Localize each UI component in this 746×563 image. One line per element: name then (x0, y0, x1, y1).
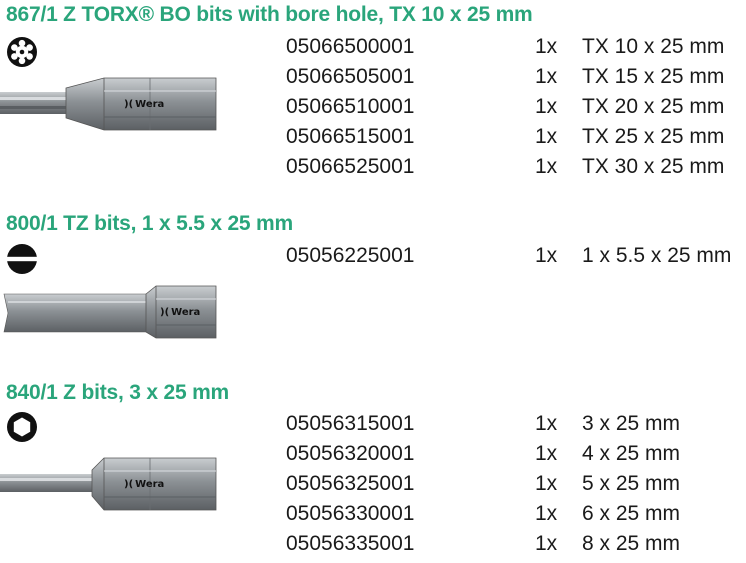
list-item: 05056320001 1x 4 x 25 mm (0, 439, 746, 469)
bit-size: TX 25 x 25 mm (582, 125, 725, 148)
section-title-torx: 867/1 Z TORX® BO bits with bore hole, TX… (6, 3, 533, 26)
bit-size: 5 x 25 mm (582, 472, 681, 495)
quantity: 1x (535, 442, 558, 465)
quantity: 1x (535, 472, 558, 495)
article-number: 05066500001 (286, 35, 415, 58)
quantity: 1x (535, 532, 558, 555)
list-item: 05066510001 1x TX 20 x 25 mm (0, 92, 746, 122)
list-item: 05066525001 1x TX 30 x 25 mm (0, 152, 746, 182)
bit-size: TX 15 x 25 mm (582, 65, 725, 88)
quantity: 1x (535, 244, 558, 267)
bit-size: TX 20 x 25 mm (582, 95, 725, 118)
bit-size: 4 x 25 mm (582, 442, 681, 465)
list-item: 05066515001 1x TX 25 x 25 mm (0, 122, 746, 152)
article-number: 05066515001 (286, 125, 415, 148)
list-item: 05066505001 1x TX 15 x 25 mm (0, 62, 746, 92)
quantity: 1x (535, 35, 558, 58)
bit-size: 1 x 5.5 x 25 mm (582, 244, 732, 267)
bit-size: TX 30 x 25 mm (582, 155, 725, 178)
bit-size: 6 x 25 mm (582, 502, 681, 525)
list-item: 05056325001 1x 5 x 25 mm (0, 469, 746, 499)
article-number: 05056315001 (286, 412, 415, 435)
quantity: 1x (535, 155, 558, 178)
article-number: 05056330001 (286, 502, 415, 525)
quantity: 1x (535, 95, 558, 118)
quantity: 1x (535, 502, 558, 525)
list-item: 05056335001 1x 8 x 25 mm (0, 529, 746, 559)
bit-size: 3 x 25 mm (582, 412, 681, 435)
bit-size: 8 x 25 mm (582, 532, 681, 555)
article-number: 05056335001 (286, 532, 415, 555)
quantity: 1x (535, 412, 558, 435)
article-number: 05066505001 (286, 65, 415, 88)
brand-logo: )(Wera (160, 307, 200, 318)
article-number: 05056225001 (286, 244, 415, 267)
section-title-slotted: 800/1 TZ bits, 1 x 5.5 x 25 mm (6, 212, 293, 235)
bit-size: TX 10 x 25 mm (582, 35, 725, 58)
quantity: 1x (535, 125, 558, 148)
article-number: 05056320001 (286, 442, 415, 465)
list-item: 05056315001 1x 3 x 25 mm (0, 409, 746, 439)
list-item: 05056225001 1x 1 x 5.5 x 25 mm (0, 241, 746, 271)
article-number: 05066525001 (286, 155, 415, 178)
article-number: 05056325001 (286, 472, 415, 495)
section-title-hex: 840/1 Z bits, 3 x 25 mm (6, 381, 230, 404)
slotted-bit-icon: )(Wera (3, 285, 217, 339)
quantity: 1x (535, 65, 558, 88)
list-item: 05056330001 1x 6 x 25 mm (0, 499, 746, 529)
article-number: 05066510001 (286, 95, 415, 118)
list-item: 05066500001 1x TX 10 x 25 mm (0, 32, 746, 62)
